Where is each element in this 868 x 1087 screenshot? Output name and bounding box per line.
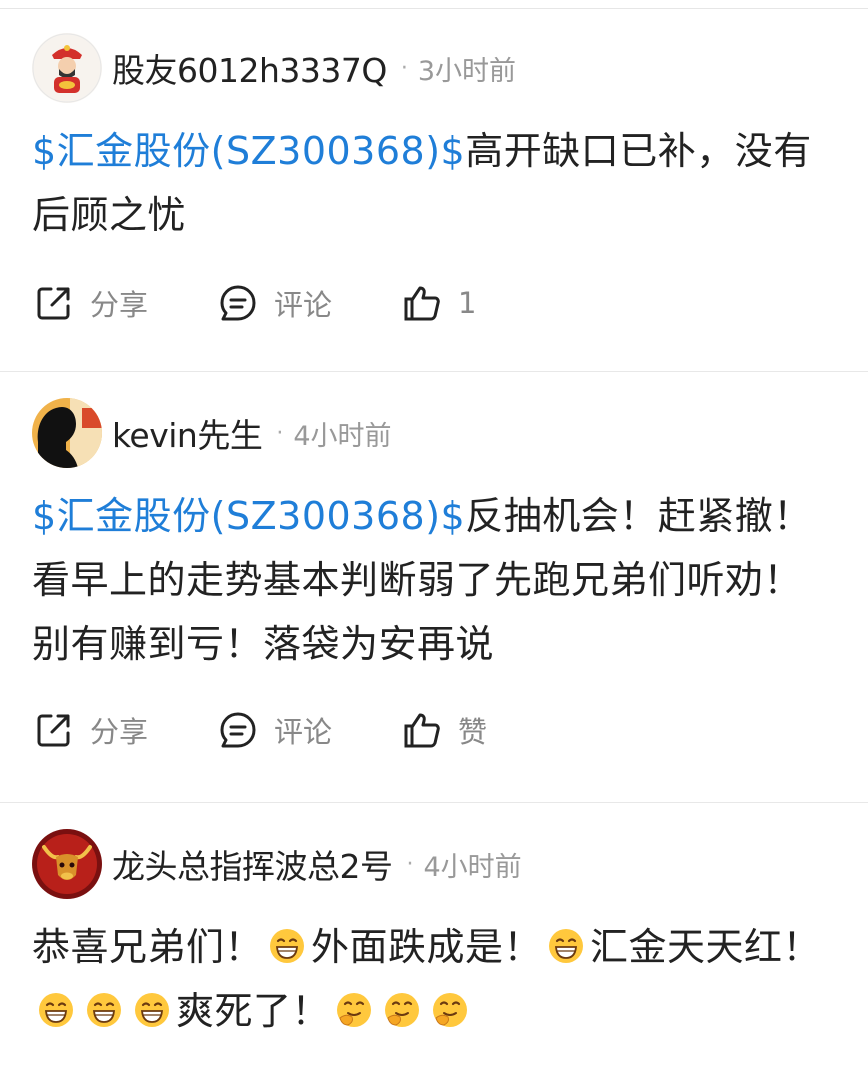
share-label: 分享 [90, 715, 149, 749]
share-icon [34, 710, 74, 750]
grinning-emoji [134, 992, 170, 1028]
separator-dot: · [276, 420, 284, 446]
post-text: 汇金天天红！ [590, 925, 822, 969]
top-divider [0, 0, 868, 9]
like-button[interactable]: 赞 [402, 709, 487, 751]
grinning-emoji [269, 928, 305, 964]
separator-dot: · [400, 55, 408, 81]
thinking-emoji [432, 992, 468, 1028]
share-icon [34, 283, 74, 323]
comment-label: 评论 [274, 288, 333, 322]
post-header: kevin先生 · 4小时前 [0, 396, 868, 470]
separator-dot: · [406, 851, 414, 877]
like-count: 1 [458, 286, 477, 320]
action-bar: 分享 评论 1 [0, 257, 868, 349]
post-text: 恭喜兄弟们！ [32, 925, 264, 969]
grinning-emoji [86, 992, 122, 1028]
post-text: 爽死了！ [176, 989, 331, 1033]
thumbs-up-icon [402, 283, 442, 323]
share-button[interactable]: 分享 [34, 709, 148, 751]
action-bar: 分享 评论 赞 [0, 684, 868, 776]
post-text: 外面跌成是！ [311, 925, 543, 969]
stock-link[interactable]: $汇金股份(SZ300368)$ [32, 129, 465, 173]
post-header: 股友6012h3337Q · 3小时前 [0, 31, 868, 105]
thinking-emoji [384, 992, 420, 1028]
post-content: $汇金股份(SZ300368)$高开缺口已补，没有后顾之忧 [0, 119, 868, 247]
post-time: 4小时前 [423, 851, 522, 883]
thumbs-up-icon [402, 710, 442, 750]
username[interactable]: 股友6012h3337Q [112, 44, 387, 92]
post-2: kevin先生 · 4小时前 $汇金股份(SZ300368)$反抽机会！赶紧撤！… [0, 396, 868, 803]
thinking-emoji [336, 992, 372, 1028]
post-time: 4小时前 [293, 420, 392, 452]
comment-button[interactable]: 评论 [218, 282, 332, 324]
like-button[interactable]: 1 [402, 283, 476, 323]
username[interactable]: kevin先生 [112, 409, 263, 457]
share-button[interactable]: 分享 [34, 282, 148, 324]
post-3: 龙头总指挥波总2号 · 4小时前 恭喜兄弟们！ 外面跌成是！ 汇金天天红！ 爽死… [0, 827, 868, 1087]
bull-avatar[interactable] [32, 829, 102, 899]
share-label: 分享 [90, 288, 149, 322]
comment-button[interactable]: 评论 [218, 709, 332, 751]
post-content: $汇金股份(SZ300368)$反抽机会！赶紧撤！看早上的走势基本判断弱了先跑兄… [0, 484, 868, 676]
grinning-emoji [548, 928, 584, 964]
post-time: 3小时前 [417, 55, 517, 87]
comment-icon [218, 710, 258, 750]
comment-icon [218, 283, 258, 323]
post-1: 股友6012h3337Q · 3小时前 $汇金股份(SZ300368)$高开缺口… [0, 31, 868, 372]
god-of-wealth-avatar[interactable] [32, 33, 102, 103]
comment-label: 评论 [274, 715, 333, 749]
grinning-emoji [38, 992, 74, 1028]
like-label: 赞 [458, 715, 488, 749]
post-header: 龙头总指挥波总2号 · 4小时前 [0, 827, 868, 901]
silhouette-avatar[interactable] [32, 398, 102, 468]
stock-link[interactable]: $汇金股份(SZ300368)$ [32, 494, 465, 538]
username[interactable]: 龙头总指挥波总2号 [112, 840, 393, 888]
